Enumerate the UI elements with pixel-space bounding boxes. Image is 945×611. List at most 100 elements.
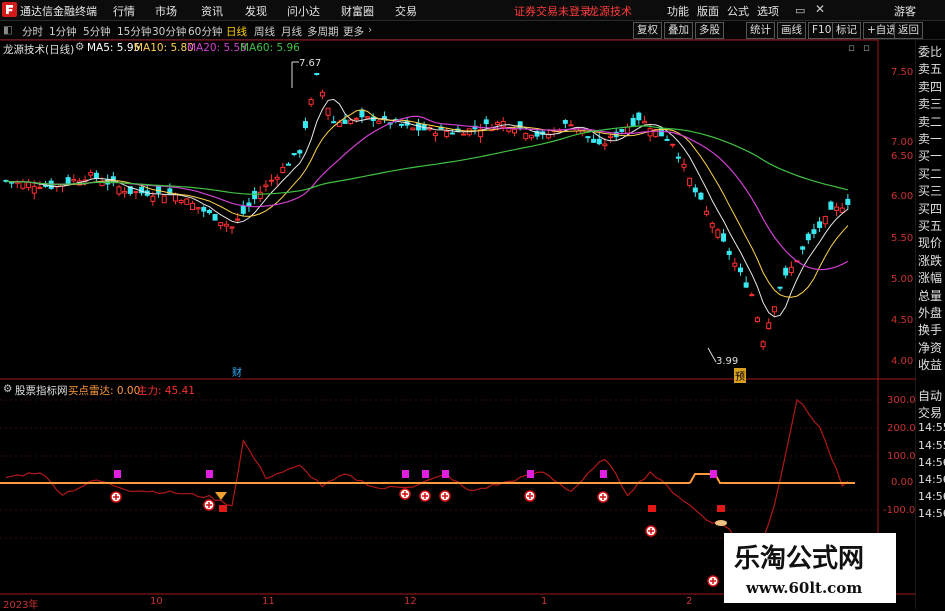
candle-body bbox=[206, 210, 212, 214]
candle-body bbox=[675, 156, 681, 159]
candle-body bbox=[743, 282, 749, 288]
settings-gear-icon[interactable]: ⚙ bbox=[75, 41, 84, 53]
candle-body bbox=[116, 186, 122, 195]
panel-expand-icon[interactable]: ▫ bbox=[863, 42, 870, 54]
candle-body bbox=[828, 201, 834, 210]
candle-body bbox=[252, 190, 258, 200]
quote-field-label: 卖一 bbox=[918, 132, 943, 146]
candle-body bbox=[783, 267, 789, 276]
forecast-marker[interactable]: 预 bbox=[734, 368, 746, 383]
candle-body bbox=[410, 127, 416, 131]
candle-body bbox=[721, 233, 727, 242]
candle-body bbox=[664, 138, 670, 141]
main-force-line bbox=[5, 398, 849, 576]
candle-body bbox=[449, 132, 455, 135]
candle-body bbox=[161, 195, 167, 204]
kline-chart[interactable] bbox=[0, 0, 945, 609]
candle-body bbox=[263, 184, 269, 188]
quote-field-label: 净资 bbox=[918, 340, 943, 355]
auto-trade-label: 自动 bbox=[918, 389, 943, 403]
ma10-line bbox=[5, 109, 849, 298]
candle-body bbox=[709, 222, 715, 228]
candle-body bbox=[800, 246, 806, 250]
candle-body bbox=[805, 233, 811, 241]
candle-body bbox=[687, 177, 693, 186]
candle-body bbox=[625, 126, 630, 134]
sub-panel-gear-icon[interactable]: ⚙ bbox=[3, 383, 12, 395]
main-panel-title: 龙源技术(日线) bbox=[3, 44, 75, 56]
candle-body bbox=[26, 182, 32, 189]
sub-panel-title: 股票指标网 bbox=[15, 385, 68, 397]
x-tick: 12 bbox=[404, 596, 417, 607]
candle-body bbox=[715, 229, 721, 238]
candle-body bbox=[399, 123, 404, 126]
trade-time: 14:56 bbox=[918, 473, 945, 486]
candle-body bbox=[845, 198, 851, 205]
trade-time: 14:55 bbox=[918, 421, 945, 435]
candle-body bbox=[602, 143, 608, 147]
quote-field-label: 卖二 bbox=[918, 114, 943, 129]
candle-body bbox=[382, 116, 388, 119]
candle-body bbox=[212, 213, 218, 221]
candle-body bbox=[681, 163, 687, 168]
y-tick: 5.00 bbox=[891, 274, 914, 285]
signal-marker bbox=[600, 470, 607, 478]
candle-body bbox=[31, 185, 37, 194]
quote-field-label: 卖三 bbox=[918, 97, 943, 112]
signal-marker bbox=[114, 470, 121, 478]
quote-field-label: 卖五 bbox=[918, 62, 943, 77]
ma5-value: MA5: 5.95 bbox=[87, 42, 141, 54]
high-price-label: 7.67 bbox=[299, 58, 322, 69]
quote-field-label: 买四 bbox=[918, 201, 943, 216]
candle-body bbox=[500, 121, 506, 128]
candle-body bbox=[636, 112, 642, 121]
candle-body bbox=[156, 186, 162, 193]
warning-triangle-icon bbox=[215, 492, 227, 500]
ma10-value: MA10: 5.80 bbox=[134, 42, 194, 54]
quote-field-label: 总量 bbox=[918, 288, 943, 303]
watermark: 乐淘公式网 www.60lt.com bbox=[724, 533, 896, 603]
candle-body bbox=[608, 135, 614, 138]
candle-body bbox=[698, 192, 704, 200]
y-tick: 6.00 bbox=[891, 191, 914, 202]
candle-body bbox=[229, 226, 235, 229]
candle-body bbox=[630, 117, 636, 126]
candle-body bbox=[749, 294, 755, 297]
candle-body bbox=[811, 229, 817, 234]
sub-y-tick: -100.0 bbox=[883, 505, 916, 516]
candle-body bbox=[760, 341, 766, 348]
candle-body bbox=[822, 215, 828, 225]
sub-y-tick: 100.0 bbox=[887, 451, 916, 462]
candle-body bbox=[376, 120, 382, 124]
trade-time: 14:55 bbox=[918, 438, 945, 452]
candle-body bbox=[319, 91, 325, 97]
candle-body bbox=[269, 179, 275, 182]
signal-bar bbox=[648, 505, 656, 512]
candle-body bbox=[523, 132, 529, 140]
candle-body bbox=[286, 163, 291, 166]
ma5-line bbox=[5, 98, 849, 318]
candle-body bbox=[71, 178, 77, 182]
x-tick: 1 bbox=[541, 596, 548, 607]
candle-body bbox=[88, 172, 94, 176]
signal-marker bbox=[402, 470, 409, 478]
signal-marker bbox=[527, 470, 534, 478]
panel-close-icon[interactable]: ▫ bbox=[848, 42, 855, 54]
candle-body bbox=[444, 130, 450, 138]
candle-body bbox=[619, 128, 625, 132]
candle-body bbox=[528, 134, 534, 139]
candle-body bbox=[777, 286, 783, 289]
candle-body bbox=[738, 267, 743, 273]
candle-body bbox=[817, 221, 823, 228]
candle-body bbox=[704, 210, 710, 215]
candle-body bbox=[218, 222, 224, 227]
candle-body bbox=[647, 128, 653, 137]
x-tick: 2 bbox=[686, 596, 693, 607]
candle-body bbox=[585, 136, 591, 139]
candle-body bbox=[150, 195, 156, 202]
signal-marker bbox=[442, 470, 449, 478]
candle-body bbox=[178, 199, 184, 204]
candle-body bbox=[240, 205, 246, 214]
finance-marker[interactable]: 财 bbox=[232, 364, 242, 379]
candle-body bbox=[325, 107, 331, 116]
